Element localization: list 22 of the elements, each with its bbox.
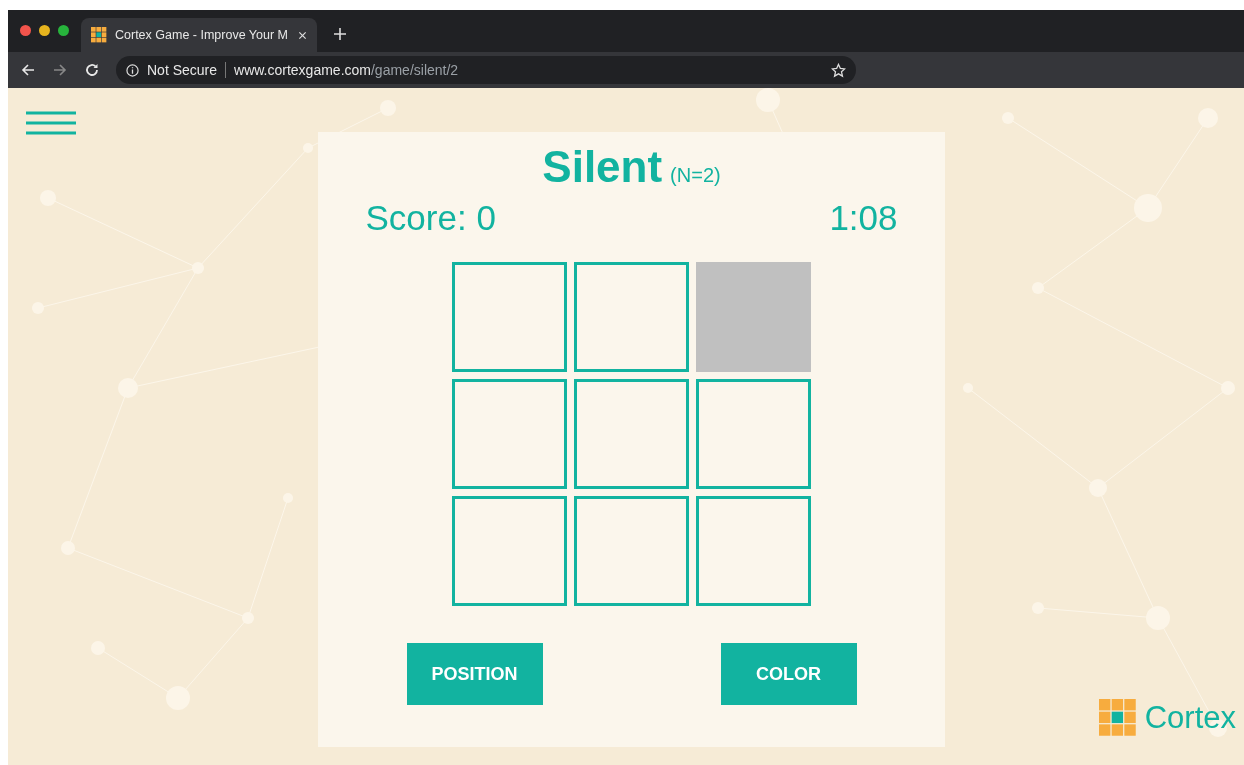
reload-icon[interactable] bbox=[84, 62, 100, 78]
url-host: www.cortexgame.com bbox=[234, 62, 371, 78]
close-tab-icon[interactable] bbox=[298, 30, 307, 40]
maximize-window-icon[interactable] bbox=[58, 25, 69, 36]
grid-logo-icon bbox=[1098, 699, 1137, 737]
logo-text: Cortex bbox=[1144, 700, 1236, 736]
grid-logo-icon bbox=[91, 27, 107, 43]
score-label: Score: 0 bbox=[365, 198, 496, 238]
back-icon[interactable] bbox=[20, 62, 36, 78]
forward-icon[interactable] bbox=[52, 62, 68, 78]
browser-tab[interactable]: Cortex Game - Improve Your M bbox=[81, 18, 317, 52]
game-title: Silent bbox=[542, 142, 663, 192]
address-bar[interactable]: Not Secure www.cortexgame.com/game/silent/2 bbox=[116, 56, 856, 84]
bookmark-star-icon[interactable] bbox=[831, 62, 846, 78]
url-path: /game/silent/2 bbox=[371, 62, 460, 78]
n-level-label: (N=2) bbox=[670, 164, 721, 187]
info-icon bbox=[126, 63, 139, 77]
timer-label: 1:08 bbox=[829, 198, 898, 238]
new-tab-icon[interactable] bbox=[333, 27, 347, 41]
security-label: Not Secure bbox=[147, 62, 218, 78]
close-window-icon[interactable] bbox=[20, 25, 31, 36]
minimize-window-icon[interactable] bbox=[39, 25, 50, 36]
